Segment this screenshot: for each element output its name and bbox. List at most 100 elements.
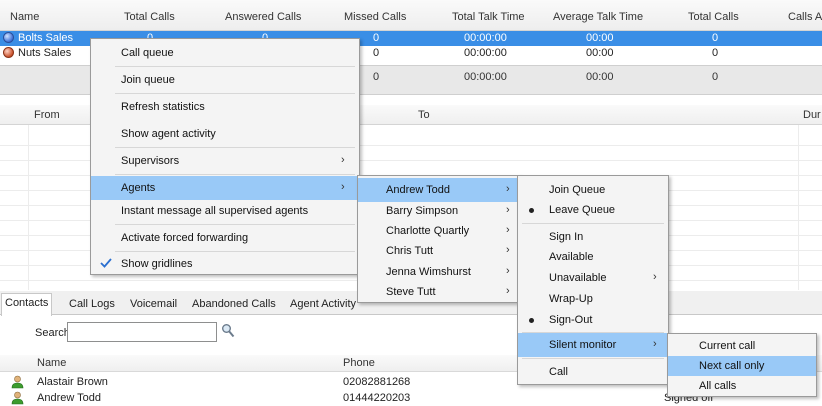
menu-separator bbox=[115, 174, 355, 175]
menu-item-label: Next call only bbox=[699, 360, 765, 372]
agents-submenu: Andrew Todd › Barry Simpson › Charlotte … bbox=[357, 175, 521, 303]
cell-average: 00:00 bbox=[586, 47, 614, 59]
col-contact-name[interactable]: Name bbox=[37, 357, 66, 369]
menu-item-label: Wrap-Up bbox=[549, 293, 593, 305]
queue-name: Bolts Sales bbox=[18, 32, 74, 44]
chevron-right-icon: › bbox=[506, 224, 510, 236]
col-missed-calls[interactable]: Missed Calls bbox=[344, 11, 406, 23]
tab-contacts[interactable]: Contacts bbox=[1, 293, 53, 316]
col-contact-phone[interactable]: Phone bbox=[343, 357, 375, 369]
menu-item-label: Show gridlines bbox=[121, 258, 193, 270]
chevron-right-icon: › bbox=[341, 154, 345, 166]
menu-item-label: Refresh statistics bbox=[121, 101, 205, 113]
radio-bullet-icon bbox=[529, 318, 534, 323]
col-total-calls[interactable]: Total Calls bbox=[124, 11, 175, 23]
menu-item-sign-out[interactable]: Sign-Out bbox=[518, 308, 668, 332]
chevron-right-icon: › bbox=[506, 204, 510, 216]
person-icon bbox=[11, 391, 24, 405]
queue-table-header: Name Total Calls Answered Calls Missed C… bbox=[0, 0, 822, 31]
menu-item-activate-forced-forwarding[interactable]: Activate forced forwarding bbox=[91, 226, 359, 250]
col-average-talk-time[interactable]: Average Talk Time bbox=[553, 11, 643, 23]
chevron-right-icon: › bbox=[653, 338, 657, 350]
contact-phone: 01444220203 bbox=[343, 392, 411, 404]
chevron-right-icon: › bbox=[506, 285, 510, 297]
queue-context-menu: Call queue Join queue Refresh statistics… bbox=[90, 38, 360, 275]
col-answered-calls[interactable]: Answered Calls bbox=[225, 11, 301, 23]
menu-item-agents[interactable]: Agents › bbox=[91, 176, 359, 200]
menu-item-supervisors[interactable]: Supervisors › bbox=[91, 149, 359, 173]
menu-item-label: Steve Tutt bbox=[386, 286, 436, 298]
menu-separator bbox=[522, 358, 664, 359]
silent-monitor-submenu: Current call Next call only All calls bbox=[667, 333, 817, 397]
menu-separator bbox=[115, 93, 355, 94]
menu-item-label: Show agent activity bbox=[121, 128, 216, 140]
search-input[interactable] bbox=[67, 322, 217, 342]
menu-item-agent-steve-tutt[interactable]: Steve Tutt › bbox=[358, 280, 520, 304]
cell-talk-time: 00:00:00 bbox=[464, 47, 507, 59]
menu-item-show-gridlines[interactable]: Show gridlines bbox=[91, 252, 359, 276]
queue-name: Nuts Sales bbox=[18, 47, 72, 59]
col-to[interactable]: To bbox=[418, 109, 430, 121]
menu-item-label: Join Queue bbox=[549, 184, 606, 196]
search-label: Search bbox=[35, 327, 70, 339]
menu-item-label: Leave Queue bbox=[549, 204, 616, 216]
menu-item-label: Andrew Todd bbox=[386, 184, 451, 196]
menu-item-label: Supervisors bbox=[121, 155, 180, 167]
summary-missed: 0 bbox=[373, 71, 380, 83]
tab-voicemail[interactable]: Voicemail bbox=[127, 295, 180, 315]
menu-item-label: Join queue bbox=[121, 74, 175, 86]
agent-actions-submenu: Join Queue Leave Queue Sign In Available… bbox=[517, 175, 669, 385]
menu-item-instant-message-agents[interactable]: Instant message all supervised agents bbox=[91, 199, 359, 223]
col-name[interactable]: Name bbox=[10, 11, 39, 23]
menu-item-silent-monitor[interactable]: Silent monitor › bbox=[518, 333, 668, 357]
menu-item-all-calls[interactable]: All calls bbox=[668, 376, 816, 396]
cell-missed: 0 bbox=[373, 32, 380, 44]
menu-item-label: Charlotte Quartly bbox=[386, 225, 470, 237]
magnifier-icon[interactable] bbox=[221, 323, 235, 339]
menu-item-label: Silent monitor bbox=[549, 339, 617, 351]
menu-item-label: All calls bbox=[699, 380, 737, 392]
col-from[interactable]: From bbox=[34, 109, 60, 121]
menu-item-call[interactable]: Call bbox=[518, 360, 668, 384]
chevron-right-icon: › bbox=[341, 181, 345, 193]
chevron-right-icon: › bbox=[506, 265, 510, 277]
menu-item-label: Activate forced forwarding bbox=[121, 232, 249, 244]
chevron-right-icon: › bbox=[506, 244, 510, 256]
menu-item-label: Current call bbox=[699, 340, 756, 352]
menu-item-label: Call queue bbox=[121, 47, 174, 59]
cell-missed: 0 bbox=[373, 47, 380, 59]
menu-separator bbox=[115, 147, 355, 148]
col-calls-a[interactable]: Calls A bbox=[788, 11, 822, 23]
menu-separator bbox=[115, 66, 355, 67]
contact-name: Alastair Brown bbox=[37, 376, 108, 388]
menu-item-refresh-statistics[interactable]: Refresh statistics bbox=[91, 95, 359, 119]
col-duration[interactable]: Dur bbox=[803, 109, 821, 121]
menu-item-label: Unavailable bbox=[549, 272, 607, 284]
col-total-talk-time[interactable]: Total Talk Time bbox=[452, 11, 525, 23]
menu-item-show-agent-activity[interactable]: Show agent activity bbox=[91, 122, 359, 146]
tab-agent-activity[interactable]: Agent Activity bbox=[287, 295, 359, 315]
menu-item-label: Jenna Wimshurst bbox=[386, 266, 471, 278]
menu-item-next-call-only[interactable]: Next call only bbox=[668, 356, 816, 376]
menu-item-label: Available bbox=[549, 251, 594, 263]
summary-talk-time: 00:00:00 bbox=[464, 71, 507, 83]
col-total-calls-2[interactable]: Total Calls bbox=[688, 11, 739, 23]
menu-item-leave-queue[interactable]: Leave Queue bbox=[518, 198, 668, 222]
chevron-right-icon: › bbox=[506, 183, 510, 195]
menu-separator bbox=[115, 224, 355, 225]
tab-call-logs[interactable]: Call Logs bbox=[66, 295, 118, 315]
menu-item-label: Sign-Out bbox=[549, 314, 593, 326]
menu-item-label: Sign In bbox=[549, 231, 584, 243]
person-icon bbox=[11, 375, 24, 389]
status-red-icon bbox=[3, 47, 14, 58]
chevron-right-icon: › bbox=[653, 271, 657, 283]
menu-separator bbox=[522, 223, 664, 224]
cell-total-2: 0 bbox=[712, 47, 719, 59]
summary-average: 00:00 bbox=[586, 71, 614, 83]
menu-item-join-queue[interactable]: Join queue bbox=[91, 68, 359, 92]
tab-abandoned-calls[interactable]: Abandoned Calls bbox=[189, 295, 279, 315]
menu-item-current-call[interactable]: Current call bbox=[668, 335, 816, 356]
contact-name: Andrew Todd bbox=[37, 392, 102, 404]
radio-bullet-icon bbox=[529, 208, 534, 213]
menu-item-call-queue[interactable]: Call queue bbox=[91, 41, 359, 65]
